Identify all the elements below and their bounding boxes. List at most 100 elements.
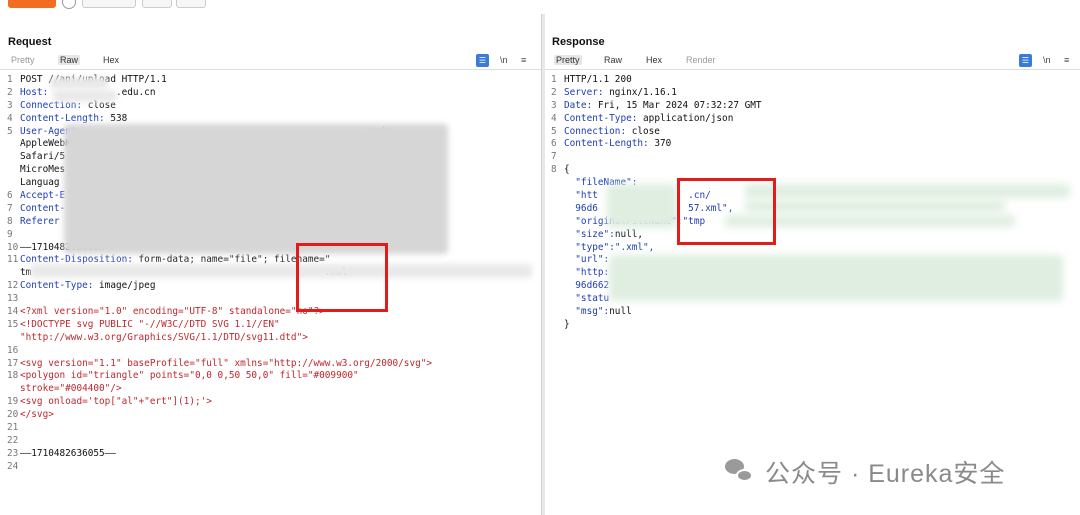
line-number: 11 bbox=[7, 254, 19, 266]
tab-pretty[interactable]: Pretty bbox=[554, 55, 582, 65]
line-number: 6 bbox=[7, 190, 13, 202]
line-number: 7 bbox=[551, 151, 557, 163]
code-line: 17 <svg version="1.1" baseProfile="full" … bbox=[0, 358, 541, 371]
code-line: 7 bbox=[545, 151, 1080, 164]
code-text: } bbox=[564, 318, 570, 330]
code-text: "url": bbox=[564, 254, 610, 266]
code-text: </svg> bbox=[20, 409, 54, 421]
tab-raw[interactable]: Raw bbox=[602, 55, 624, 65]
line-number: 13 bbox=[7, 293, 19, 305]
code-line: "type":".xml", bbox=[545, 242, 1080, 255]
toolbar-button[interactable] bbox=[82, 0, 136, 8]
nav-back-button[interactable] bbox=[142, 0, 172, 8]
code-line: 18 <polygon id="triangle" points="0,0 0,5… bbox=[0, 370, 541, 383]
code-text: ––1710482636055–– bbox=[20, 447, 116, 459]
code-text: "size":null, bbox=[564, 228, 644, 240]
menu-icon[interactable]: ≡ bbox=[1064, 55, 1069, 65]
newline-icon[interactable]: \n bbox=[1043, 55, 1051, 65]
line-number: 15 bbox=[7, 318, 19, 330]
watermark: 公众号 · Eureka安全 bbox=[725, 452, 1005, 492]
code-line: 24 bbox=[0, 461, 541, 474]
wechat-icon bbox=[725, 457, 755, 487]
redaction bbox=[30, 264, 532, 278]
code-text: Safari/5 bbox=[20, 151, 66, 163]
tab-render[interactable]: Render bbox=[684, 55, 718, 65]
code-line: 20 </svg> bbox=[0, 409, 541, 422]
code-text: Date: Fri, 15 Mar 2024 07:32:27 GMT bbox=[564, 99, 762, 111]
code-line: 15 <!DOCTYPE svg PUBLIC "-//W3C//DTD SVG … bbox=[0, 319, 541, 332]
line-number: 1 bbox=[551, 74, 557, 85]
menu-icon[interactable]: ≡ bbox=[521, 55, 526, 65]
code-line: "msg":null bbox=[545, 306, 1080, 319]
code-line: stroke="#004400"/> bbox=[0, 383, 541, 396]
code-text: "type":".xml", bbox=[564, 241, 655, 253]
line-number: 4 bbox=[551, 112, 557, 124]
line-number: 4 bbox=[7, 112, 13, 124]
code-text: MicroMes bbox=[20, 164, 66, 176]
line-number: 20 bbox=[7, 409, 19, 421]
line-number: 21 bbox=[7, 422, 19, 434]
code-line: 8{ bbox=[545, 164, 1080, 177]
code-text: <!DOCTYPE svg PUBLIC "-//W3C//DTD SVG 1.… bbox=[20, 318, 280, 330]
line-number: 22 bbox=[7, 434, 19, 446]
line-number: 10 bbox=[7, 241, 19, 253]
tab-hex[interactable]: Hex bbox=[101, 55, 121, 65]
redaction bbox=[53, 90, 117, 102]
code-text: Content-Length: 370 bbox=[564, 138, 672, 150]
response-tabs: Pretty Raw Hex Render ☰ \n ≡ bbox=[545, 54, 1080, 70]
line-number: 2 bbox=[7, 86, 13, 98]
line-number: 24 bbox=[7, 460, 19, 472]
line-number: 5 bbox=[7, 125, 13, 137]
wrap-lines-icon[interactable]: ☰ bbox=[476, 54, 489, 67]
code-text: HTTP/1.1 200 bbox=[564, 74, 632, 85]
response-title: Response bbox=[552, 36, 605, 48]
newline-icon[interactable]: \n bbox=[500, 55, 508, 65]
code-text: stroke="#004400"/> bbox=[20, 383, 122, 395]
top-toolbar bbox=[0, 0, 1080, 10]
settings-icon[interactable] bbox=[62, 0, 76, 9]
code-line: 4 Content-Type: application/json bbox=[545, 113, 1080, 126]
redaction bbox=[607, 184, 677, 228]
code-line: 5 Connection: close bbox=[545, 126, 1080, 139]
line-number: 19 bbox=[7, 396, 19, 408]
tab-raw[interactable]: Raw bbox=[58, 55, 81, 65]
tab-pretty[interactable]: Pretty bbox=[9, 55, 37, 65]
highlight-box bbox=[677, 178, 776, 245]
redaction bbox=[609, 255, 1063, 301]
code-text: { bbox=[564, 164, 570, 176]
request-tabs: Pretty Raw Hex ☰ \n ≡ bbox=[0, 54, 541, 70]
redaction bbox=[745, 200, 1005, 212]
code-text: "msg":null bbox=[564, 306, 632, 318]
line-number: 3 bbox=[551, 99, 557, 111]
code-text: Content- bbox=[20, 202, 66, 214]
line-number: 3 bbox=[7, 99, 13, 111]
code-text: <?xml version="1.0" encoding="UTF-8" sta… bbox=[20, 306, 325, 318]
line-number: 8 bbox=[551, 164, 557, 176]
line-number: 2 bbox=[551, 86, 557, 98]
line-number: 7 bbox=[7, 202, 13, 214]
line-number: 18 bbox=[7, 370, 19, 382]
code-text: 96d662 bbox=[564, 280, 610, 292]
highlight-box bbox=[296, 243, 388, 312]
code-line: 16 bbox=[0, 345, 541, 358]
request-pane: Request Pretty Raw Hex ☰ \n ≡ 1 POST //ap… bbox=[0, 14, 541, 515]
watermark-text: 公众号 · Eureka安全 bbox=[765, 460, 1006, 488]
line-number: 17 bbox=[7, 357, 19, 369]
tab-divider bbox=[0, 69, 541, 70]
code-text: <polygon id="triangle" points="0,0 0,50 … bbox=[20, 370, 359, 382]
code-text: Referer bbox=[20, 215, 60, 227]
code-text: Content-Type: application/json bbox=[564, 112, 734, 124]
code-line: 22 bbox=[0, 435, 541, 448]
line-number: 8 bbox=[7, 215, 13, 227]
tab-hex[interactable]: Hex bbox=[644, 55, 664, 65]
code-text: Accept-E bbox=[20, 190, 66, 202]
code-text: <svg onload='top["al"+"ert"](1);'> bbox=[20, 396, 212, 408]
redaction bbox=[64, 124, 448, 254]
wrap-lines-icon[interactable]: ☰ bbox=[1019, 54, 1032, 67]
code-line: 21 bbox=[0, 422, 541, 435]
code-line: 2 Server: nginx/1.16.1 bbox=[545, 87, 1080, 100]
response-pane: Response Pretty Raw Hex Render ☰ \n ≡ 1H… bbox=[545, 14, 1080, 515]
send-button[interactable] bbox=[8, 0, 56, 8]
line-number: 5 bbox=[551, 125, 557, 137]
nav-forward-button[interactable] bbox=[176, 0, 206, 8]
